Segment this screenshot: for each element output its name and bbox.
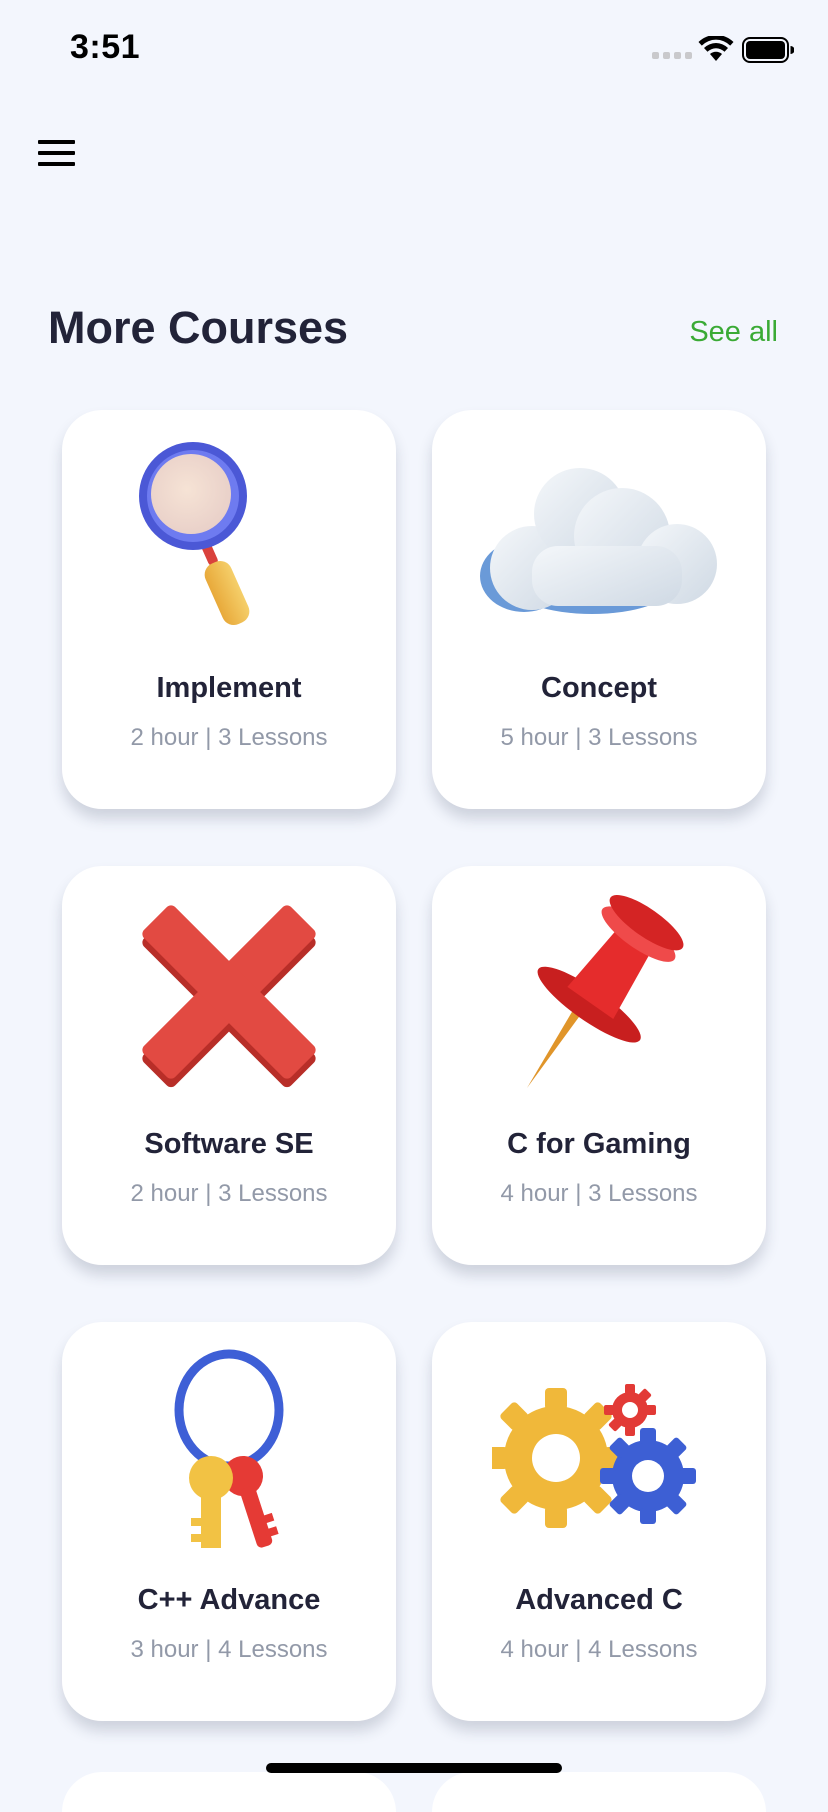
course-title: C++ Advance <box>137 1584 321 1616</box>
course-card-partial[interactable] <box>432 1772 766 1812</box>
course-card-software-se[interactable]: Software SE 2 hour | 3 Lessons <box>62 866 396 1265</box>
wifi-icon <box>698 36 734 61</box>
cloud-icon <box>480 468 717 614</box>
cellular-signal-icon <box>652 52 692 59</box>
course-meta: 4 hour | 4 Lessons <box>500 1636 698 1663</box>
battery-icon <box>742 37 794 63</box>
course-meta: 5 hour | 3 Lessons <box>500 724 698 751</box>
status-time: 3:51 <box>70 28 141 66</box>
gears-icon <box>492 1384 696 1528</box>
course-card-c-for-gaming[interactable]: C for Gaming 4 hour | 3 Lessons <box>432 866 766 1265</box>
course-card-concept[interactable]: Concept 5 hour | 3 Lessons <box>432 410 766 809</box>
status-bar: 3:51 <box>0 0 828 100</box>
home-indicator[interactable] <box>266 1763 562 1773</box>
magnifying-glass-icon <box>139 442 250 625</box>
course-meta: 3 hour | 4 Lessons <box>130 1636 328 1663</box>
course-card-partial[interactable] <box>62 1772 396 1812</box>
course-card-implement[interactable]: Implement 2 hour | 3 Lessons <box>62 410 396 809</box>
course-title: Implement <box>156 672 302 704</box>
red-x-icon <box>142 905 316 1088</box>
course-card-cpp-advance[interactable]: C++ Advance 3 hour | 4 Lessons <box>62 1322 396 1721</box>
menu-button[interactable] <box>38 138 76 168</box>
course-meta: 2 hour | 3 Lessons <box>130 1180 328 1207</box>
course-title: Software SE <box>144 1128 314 1160</box>
course-title: C for Gaming <box>507 1128 691 1160</box>
section-title: More Courses <box>48 302 349 353</box>
course-meta: 2 hour | 3 Lessons <box>130 724 328 751</box>
keys-icon <box>174 1349 284 1548</box>
course-title: Advanced C <box>515 1584 683 1616</box>
see-all-link[interactable]: See all <box>689 314 778 350</box>
hamburger-menu-icon <box>38 140 75 144</box>
course-meta: 4 hour | 3 Lessons <box>500 1180 698 1207</box>
pushpin-icon <box>527 894 684 1088</box>
course-title: Concept <box>541 672 657 704</box>
course-card-advanced-c[interactable]: Advanced C 4 hour | 4 Lessons <box>432 1322 766 1721</box>
